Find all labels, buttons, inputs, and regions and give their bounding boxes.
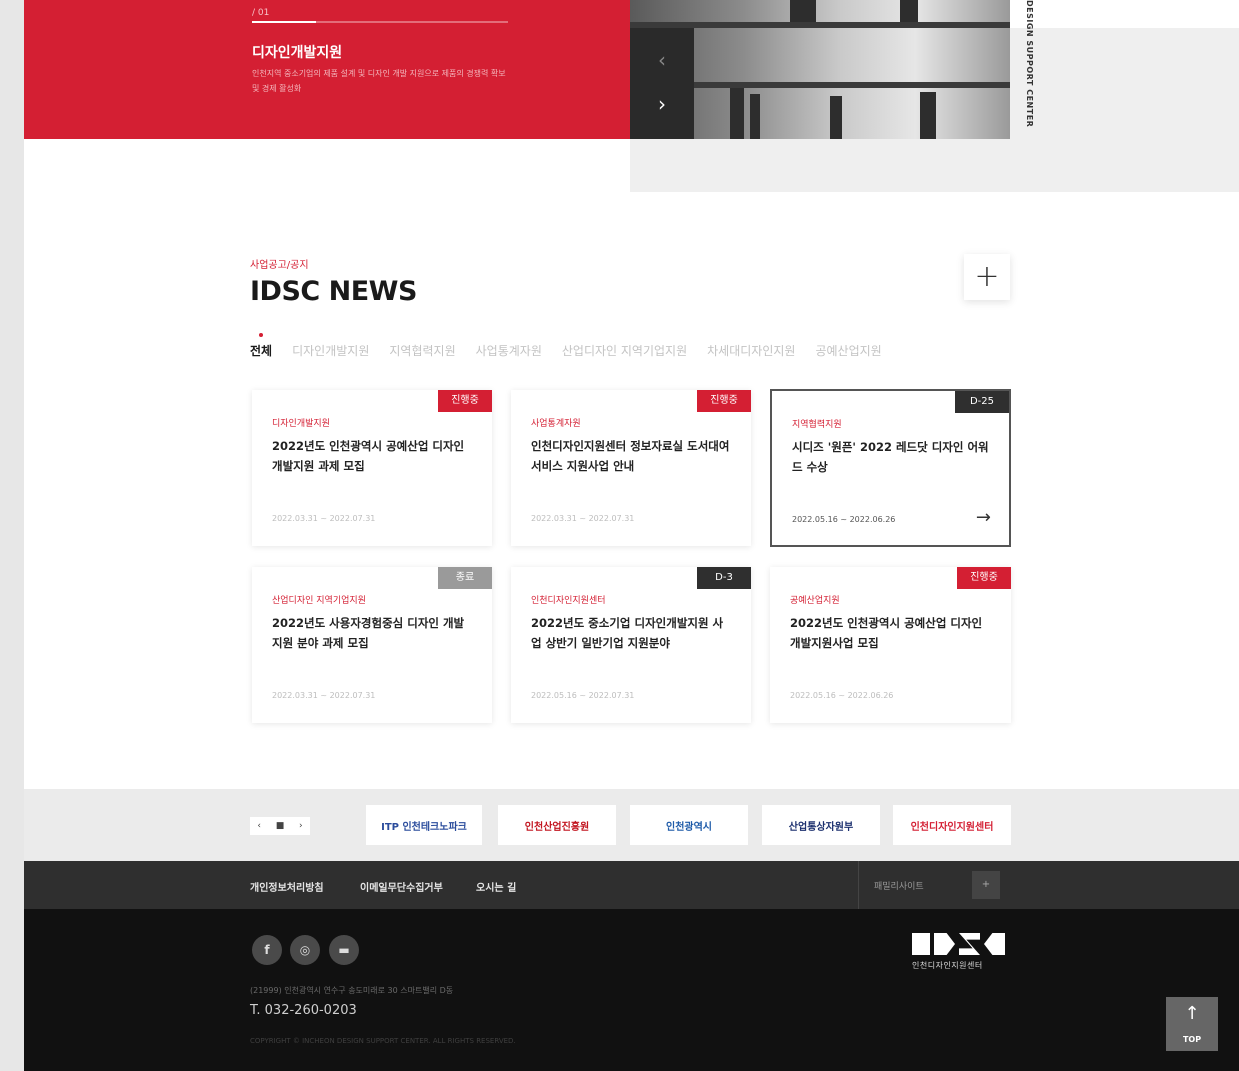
card-title: 시디즈 '원픈' 2022 레드닷 디자인 어워드 수상 (792, 440, 989, 474)
tab-design-development[interactable]: 디자인개발지원 (292, 342, 369, 359)
tab-next-generation[interactable]: 차세대디자인지원 (707, 342, 795, 359)
pager-next-button[interactable]: › (299, 821, 303, 831)
email-refusal-link[interactable]: 이메일무단수집거부 (360, 879, 443, 894)
status-badge: D-25 (955, 391, 1009, 413)
shelf-object (920, 92, 936, 139)
card-date: 2022.03.31 ~ 2022.07.31 (272, 514, 376, 523)
status-badge: 종료 (438, 567, 492, 589)
pager-prev-button[interactable]: ‹ (257, 821, 261, 831)
plus-icon: + (974, 259, 1000, 294)
card-title: 인천디자인지원센터 정보자료실 도서대여 서비스 지원사업 안내 (531, 439, 730, 473)
footer-nav-bar: 개인정보처리방침 이메일무단수집거부 오시는 길 패밀리사이트 + (24, 861, 1239, 909)
hero-slide-counter: / 01 (252, 8, 270, 18)
tab-craft-industry[interactable]: 공예산업지원 (815, 342, 881, 359)
card-date: 2022.05.16 ~ 2022.06.26 (790, 691, 894, 700)
card-date: 2022.03.31 ~ 2022.07.31 (531, 514, 635, 523)
news-card[interactable]: 진행중 공예산업지원 2022년도 인천광역시 공예산업 디자인개발지원사업 모… (770, 567, 1011, 723)
status-badge: 진행중 (438, 390, 492, 412)
partner-logo-itp[interactable]: ITP 인천테크노파크 (366, 805, 482, 845)
footer: f ◎ ▬ (21999) 인천광역시 연수구 송도미래로 30 스마트밸리 D… (24, 909, 1239, 1071)
card-category: 사업통계자원 (531, 419, 581, 429)
directions-link[interactable]: 오시는 길 (476, 879, 516, 894)
status-badge: 진행중 (697, 390, 751, 412)
card-category: 인천디자인지원센터 (531, 596, 606, 606)
news-card[interactable]: 종료 산업디자인 지역기업지원 2022년도 사용자경험중심 디자인 개발지원 … (252, 567, 492, 723)
news-card[interactable]: D-25 지역협력지원 시디즈 '원픈' 2022 레드닷 디자인 어워드 수상… (770, 389, 1011, 547)
card-date: 2022.05.16 ~ 2022.06.26 (792, 515, 896, 524)
news-eyebrow: 사업공고/공지 (250, 260, 309, 271)
footer-address: (21999) 인천광역시 연수구 송도미래로 30 스마트밸리 D동 (250, 986, 454, 995)
tab-business-statistics[interactable]: 사업통계자원 (476, 342, 542, 359)
card-title: 2022년도 사용자경험중심 디자인 개발지원 분야 과제 모집 (272, 616, 465, 650)
hero-prev-button[interactable]: ‹ (630, 36, 694, 84)
card-category: 디자인개발지원 (272, 419, 330, 429)
instagram-icon[interactable]: ◎ (290, 935, 320, 965)
hero-progress-fill (252, 21, 316, 23)
card-title: 2022년도 인천광역시 공예산업 디자인개발지원 과제 모집 (272, 439, 465, 473)
card-category: 지역협력지원 (792, 420, 842, 430)
idsc-logo-mark (912, 933, 1012, 955)
card-title: 2022년도 인천광역시 공예산업 디자인개발지원사업 모집 (790, 616, 983, 650)
card-category: 산업디자인 지역기업지원 (272, 596, 366, 606)
blog-icon[interactable]: ▬ (329, 935, 359, 965)
partner-logo-ministry[interactable]: 산업통상자원부 (762, 805, 880, 845)
news-card[interactable]: 진행중 사업통계자원 인천디자인지원센터 정보자료실 도서대여 서비스 지원사업… (511, 390, 751, 546)
page: / 01 디자인개발지원 인천지역 중소기업의 제품 설계 및 디자인 개발 지… (24, 0, 1239, 1071)
status-badge: D-3 (697, 567, 751, 589)
news-card[interactable]: D-3 인천디자인지원센터 2022년도 중소기업 디자인개발지원 사업 상반기… (511, 567, 751, 723)
arrow-right-icon: → (975, 507, 991, 528)
shelf-object (750, 94, 760, 139)
card-date: 2022.03.31 ~ 2022.07.31 (272, 691, 376, 700)
partner-logo-incheon-city[interactable]: 인천광역시 (630, 805, 748, 845)
hero-next-button[interactable]: › (630, 80, 694, 128)
tab-all[interactable]: 전체 (250, 333, 272, 359)
partner-logo-idsc[interactable]: 인천디자인지원센터 (893, 805, 1011, 845)
tab-industrial-design[interactable]: 산업디자인 지역기업지원 (562, 342, 687, 359)
status-badge: 진행중 (957, 567, 1011, 589)
hero-description: 인천지역 중소기업의 제품 설계 및 디자인 개발 지원으로 제품의 경쟁력 확… (252, 69, 506, 93)
scroll-top-button[interactable]: ↑ TOP (1166, 997, 1218, 1051)
privacy-policy-link[interactable]: 개인정보처리방침 (250, 879, 324, 894)
card-category: 공예산업지원 (790, 596, 840, 606)
shelf-object (830, 96, 842, 139)
partner-logo-incheon-industry[interactable]: 인천산업진흥원 (498, 805, 616, 845)
news-more-button[interactable]: + (964, 254, 1010, 300)
pager-pause-button[interactable]: ■ (276, 821, 285, 831)
family-site-toggle-button[interactable]: + (972, 871, 1000, 899)
news-title: IDSC NEWS (250, 276, 417, 307)
news-card[interactable]: 진행중 디자인개발지원 2022년도 인천광역시 공예산업 디자인개발지원 과제… (252, 390, 492, 546)
hero-vertical-text: DESIGN SUPPORT CENTER (1025, 0, 1034, 128)
facebook-icon[interactable]: f (252, 935, 282, 965)
arrow-up-icon: ↑ (1184, 1003, 1200, 1024)
scroll-top-label: TOP (1182, 1035, 1202, 1044)
card-title: 2022년도 중소기업 디자인개발지원 사업 상반기 일반기업 지원분야 (531, 616, 724, 650)
footer-copyright: COPYRIGHT © INCHEON DESIGN SUPPORT CENTE… (250, 1037, 516, 1045)
footer-divider (858, 861, 859, 909)
shelf-object (730, 88, 744, 139)
tab-regional-cooperation[interactable]: 지역협력지원 (389, 342, 455, 359)
hero-slider-controls: ‹ › (630, 28, 694, 139)
news-tabs: 전체 디자인개발지원 지역협력지원 사업통계자원 산업디자인 지역기업지원 차세… (250, 333, 882, 359)
shelf-object (790, 0, 816, 22)
footer-telephone: T. 032-260-0203 (250, 1003, 357, 1018)
partner-band: ‹ ■ › ITP 인천테크노파크 인천산업진흥원 인천광역시 산업통상자원부 … (24, 789, 1239, 861)
hero-banner: / 01 디자인개발지원 인천지역 중소기업의 제품 설계 및 디자인 개발 지… (24, 0, 631, 139)
partner-pager: ‹ ■ › (250, 817, 310, 835)
family-site-select[interactable]: 패밀리사이트 (874, 879, 924, 892)
hero-progress-bar (252, 21, 508, 23)
card-date: 2022.05.16 ~ 2022.07.31 (531, 691, 635, 700)
idsc-logo-text: 인천디자인지원센터 (912, 961, 983, 970)
shelf-object (900, 0, 918, 22)
hero-title: 디자인개발지원 (252, 45, 343, 61)
idsc-logo: 인천디자인지원센터 (912, 933, 1012, 977)
